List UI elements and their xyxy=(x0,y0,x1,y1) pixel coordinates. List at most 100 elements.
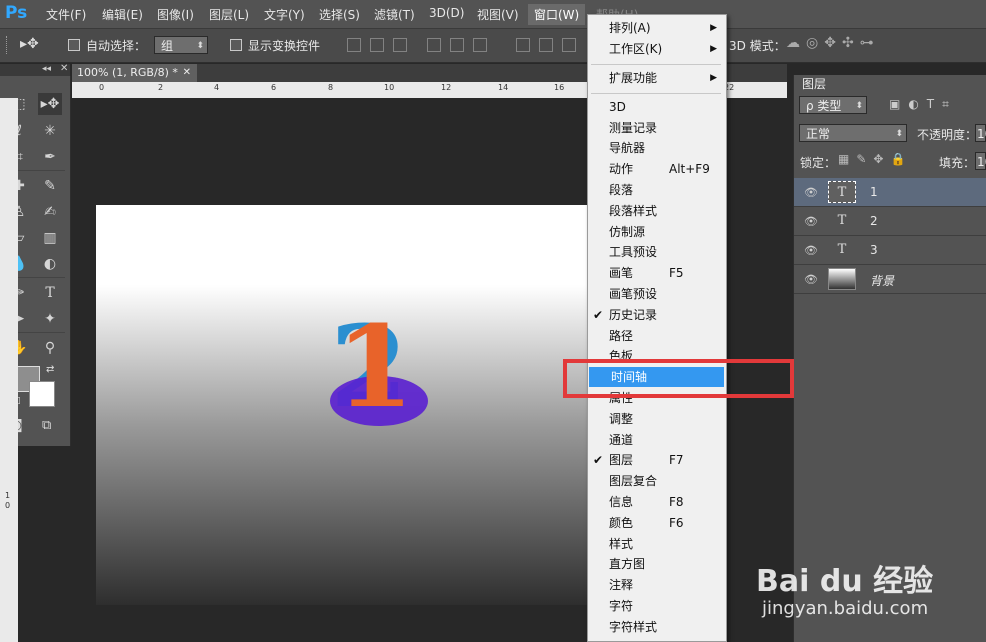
distribute-top-icon[interactable] xyxy=(516,38,530,52)
window-menu-item[interactable]: 图层复合 xyxy=(587,471,725,491)
menu-edit[interactable]: 编辑(E) xyxy=(102,6,143,23)
window-menu-item[interactable]: 画笔预设 xyxy=(587,284,725,304)
dropdown-arrow-icon: ⬍ xyxy=(895,129,903,139)
align-hcenter-icon[interactable] xyxy=(450,38,464,52)
menu-item-label: 工具预设 xyxy=(609,245,658,260)
menu-filter[interactable]: 滤镜(T) xyxy=(374,6,415,23)
auto-select-checkbox[interactable] xyxy=(68,39,80,51)
align-top-icon[interactable] xyxy=(347,38,361,52)
align-bottom-icon[interactable] xyxy=(393,38,407,52)
close-document-icon[interactable]: ✕ xyxy=(183,64,191,82)
shape-tool-icon[interactable]: ✦ xyxy=(38,308,62,330)
menu-separator xyxy=(591,92,721,94)
menu-separator xyxy=(591,64,721,65)
window-menu-item[interactable]: 3D xyxy=(587,97,725,117)
window-menu-item[interactable]: 动作 Alt+F9 xyxy=(587,159,725,179)
window-menu-item[interactable]: ✔ 图层 F7 xyxy=(587,450,725,470)
window-menu-item[interactable]: 工具预设 xyxy=(587,242,725,262)
eyedropper-tool-icon[interactable]: ✒ xyxy=(38,146,62,168)
window-menu-item[interactable]: 路径 xyxy=(587,326,725,346)
menu-item-label: 注释 xyxy=(609,578,634,593)
menu-item-label: 通道 xyxy=(609,432,634,447)
align-vcenter-icon[interactable] xyxy=(370,38,384,52)
menu-select[interactable]: 选择(S) xyxy=(319,6,360,23)
window-menu-item[interactable]: 扩展功能 ▶ xyxy=(587,68,725,88)
opacity-input[interactable]: 10 xyxy=(975,124,986,142)
menu-type[interactable]: 文字(Y) xyxy=(264,6,305,23)
ruler-tick: 16 xyxy=(554,83,565,92)
move-tool-preset-icon[interactable]: ▸✥ xyxy=(20,36,39,52)
layer-name: 2 xyxy=(870,214,878,228)
type-tool-icon[interactable]: T xyxy=(38,282,62,304)
window-menu-item[interactable]: 导航器 xyxy=(587,138,725,158)
window-menu-item[interactable]: 排列(A) ▶ xyxy=(587,18,725,38)
menu-item-label: 图层 xyxy=(609,453,634,468)
background-color-swatch[interactable] xyxy=(29,381,55,407)
layer-row[interactable]: 👁 背景 xyxy=(794,265,986,294)
gradient-tool-icon[interactable]: ▥ xyxy=(38,227,62,249)
layers-tab[interactable]: 图层 xyxy=(798,75,830,93)
layer-filter-dropdown[interactable]: ρ 类型 ⬍ xyxy=(799,96,867,114)
visibility-eye-icon[interactable]: 👁 xyxy=(804,244,818,257)
distribute-bottom-icon[interactable] xyxy=(562,38,576,52)
window-menu-item[interactable]: 段落 xyxy=(587,180,725,200)
document-tab[interactable]: 100% (1, RGB/8) * ✕ xyxy=(72,64,197,82)
menu-layer[interactable]: 图层(L) xyxy=(209,6,249,23)
collapse-icon[interactable]: ◂◂ xyxy=(42,64,51,74)
distribute-vcenter-icon[interactable] xyxy=(539,38,553,52)
swap-colors-icon[interactable]: ⇄ xyxy=(46,364,54,375)
menu-image[interactable]: 图像(I) xyxy=(157,6,194,23)
baidu-watermark-url: jingyan.baidu.com xyxy=(762,598,929,619)
fill-input[interactable]: 10 xyxy=(975,152,986,170)
window-menu-item[interactable]: 直方图 xyxy=(587,554,725,574)
window-menu-item[interactable]: ✔ 历史记录 xyxy=(587,305,725,325)
ruler-tick: 4 xyxy=(214,83,220,92)
visibility-eye-icon[interactable]: 👁 xyxy=(804,273,818,286)
window-menu-item[interactable]: 样式 xyxy=(587,534,725,554)
window-menu-item[interactable]: 仿制源 xyxy=(587,222,725,242)
menu-file[interactable]: 文件(F) xyxy=(46,6,86,23)
auto-select-dropdown[interactable]: 组 ⬍ xyxy=(154,36,208,54)
mode-3d-icons[interactable]: ☁◎✥✣⊶ xyxy=(786,35,880,51)
window-menu-item[interactable]: 通道 xyxy=(587,430,725,450)
lock-icons[interactable]: ▦✎✥🔒 xyxy=(838,152,912,166)
menu-view[interactable]: 视图(V) xyxy=(477,6,519,23)
menu-item-label: 字符样式 xyxy=(609,619,658,634)
menu-window[interactable]: 窗口(W) xyxy=(528,4,586,25)
window-menu-item[interactable]: 画笔 F5 xyxy=(587,263,725,283)
menu-3d[interactable]: 3D(D) xyxy=(429,6,464,20)
align-right-icon[interactable] xyxy=(473,38,487,52)
zoom-tool-icon[interactable]: ⚲ xyxy=(38,337,62,359)
dodge-tool-icon[interactable]: ◐ xyxy=(38,253,62,275)
window-menu-item[interactable]: 字符 xyxy=(587,596,725,616)
layer-row[interactable]: 👁 T 1 xyxy=(794,178,986,207)
visibility-eye-icon[interactable]: 👁 xyxy=(804,186,818,199)
window-menu-item[interactable]: 测量记录 xyxy=(587,118,725,138)
ruler-tick: 14 xyxy=(498,83,509,92)
menu-item-shortcut: F8 xyxy=(669,495,684,509)
photoshop-logo: Ps xyxy=(5,3,28,23)
window-menu-item[interactable]: 字符样式 xyxy=(587,617,725,637)
blend-mode-dropdown[interactable]: 正常 ⬍ xyxy=(799,124,907,142)
window-menu-item[interactable]: 段落样式 xyxy=(587,201,725,221)
align-left-icon[interactable] xyxy=(427,38,441,52)
layer-row[interactable]: 👁 T 2 xyxy=(794,207,986,236)
layer-filter-icons[interactable]: ▣◐T⌗ xyxy=(889,97,957,112)
show-transform-checkbox[interactable] xyxy=(230,39,242,51)
ruler-tick: 0 xyxy=(99,83,105,92)
window-menu-item[interactable]: 信息 F8 xyxy=(587,492,725,512)
move-tool-icon[interactable]: ▸✥ xyxy=(38,93,62,115)
screen-mode-icon[interactable]: ⧉ xyxy=(42,418,51,433)
close-toolbox-icon[interactable]: ✕ xyxy=(60,63,68,74)
magic-wand-tool-icon[interactable]: ✳ xyxy=(38,120,62,142)
visibility-eye-icon[interactable]: 👁 xyxy=(804,215,818,228)
window-menu-item[interactable]: 工作区(K) ▶ xyxy=(587,39,725,59)
window-menu-item[interactable]: 颜色 F6 xyxy=(587,513,725,533)
layer-filter-label: ρ 类型 xyxy=(806,99,842,113)
brush-tool-icon[interactable]: ✎ xyxy=(38,175,62,197)
history-brush-tool-icon[interactable]: ✍ xyxy=(38,201,62,223)
window-menu-item[interactable]: 注释 xyxy=(587,575,725,595)
menu-item-label: 排列(A) xyxy=(609,21,651,35)
layer-row[interactable]: 👁 T 3 xyxy=(794,236,986,265)
window-menu-item[interactable]: 调整 xyxy=(587,409,725,429)
